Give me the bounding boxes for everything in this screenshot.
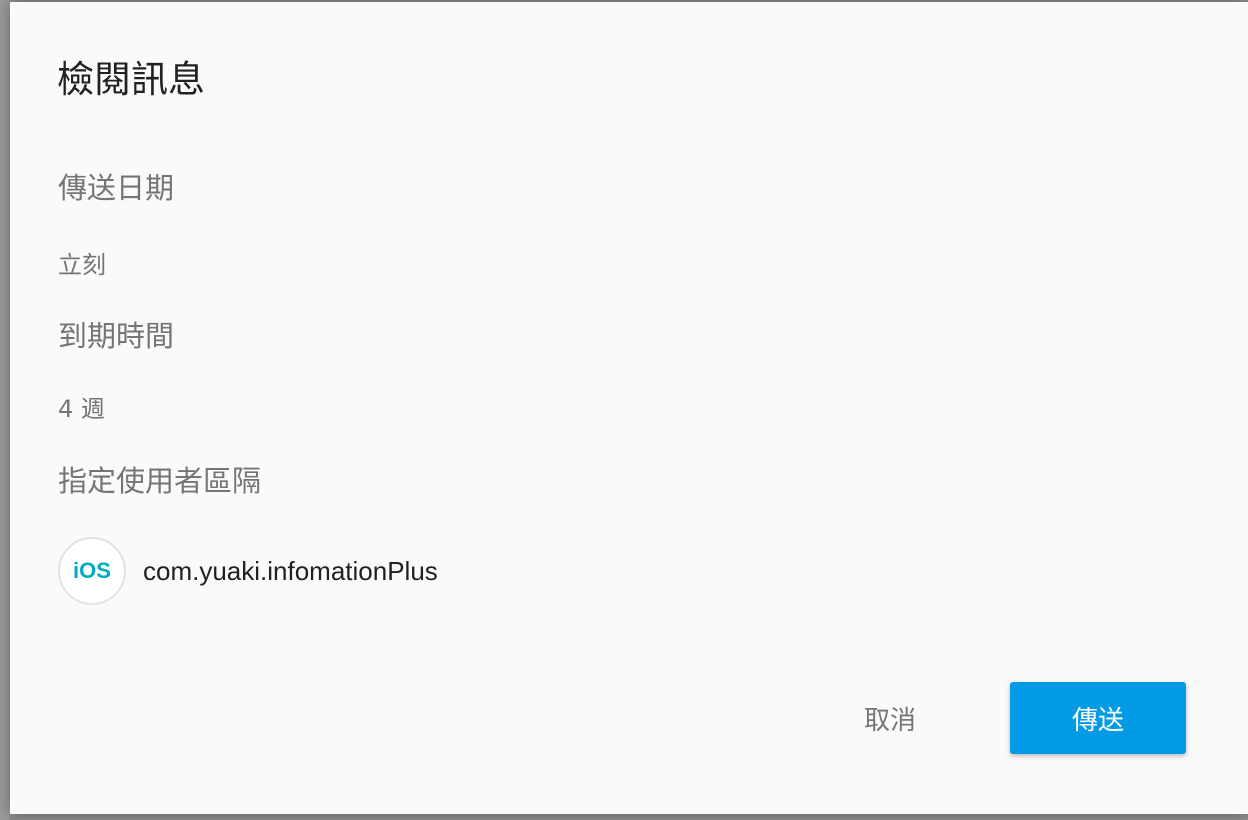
expiration-heading: 到期時間: [58, 319, 175, 353]
app-id-label: com.yuaki.infomationPlus: [143, 555, 438, 586]
cancel-button[interactable]: 取消: [830, 682, 950, 754]
ios-icon: iOS: [58, 537, 126, 605]
expiration-value: 4 週: [58, 395, 105, 423]
ios-icon-label: iOS: [73, 558, 111, 583]
dialog-title: 檢閱訊息: [57, 58, 205, 101]
review-message-dialog: 檢閱訊息 傳送日期 立刻 到期時間 4 週 指定使用者區隔 iOS com.yu…: [10, 2, 1248, 814]
target-app-row: iOS com.yuaki.infomationPlus: [58, 534, 438, 608]
send-date-value: 立刻: [58, 251, 106, 279]
send-date-heading: 傳送日期: [58, 171, 175, 205]
target-segment-heading: 指定使用者區隔: [58, 464, 262, 498]
page-backdrop: [0, 0, 10, 820]
send-button[interactable]: 傳送: [1010, 682, 1186, 754]
